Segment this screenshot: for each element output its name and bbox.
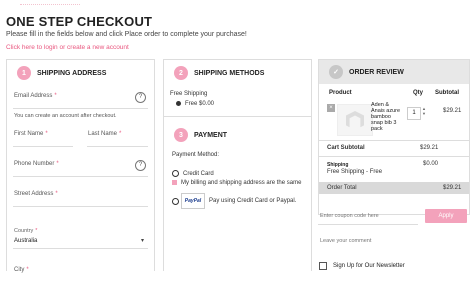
shipping-label: Shipping	[327, 162, 349, 168]
checkmark-icon: ✓	[329, 65, 343, 79]
item-subtotal: $29.21	[443, 108, 462, 114]
step-number: 2	[174, 66, 188, 80]
page-title: ONE STEP CHECKOUT	[6, 14, 153, 29]
order-review-header: ✓ ORDER REVIEW	[329, 65, 404, 79]
street-address-field[interactable]: Street Address *	[13, 188, 148, 207]
shipping-value: $0.00	[423, 161, 439, 167]
divider	[319, 156, 469, 157]
coupon-input[interactable]: Enter coupon code here	[318, 208, 418, 225]
section-title: PAYMENT	[194, 131, 228, 139]
section-title: ORDER REVIEW	[349, 68, 404, 76]
shipping-method-summary: Free Shipping - Free	[327, 169, 383, 175]
divider	[164, 116, 311, 117]
shipping-address-panel: 1 SHIPPING ADDRESS Email Address * ? You …	[6, 59, 155, 273]
shipping-address-header: 1 SHIPPING ADDRESS	[17, 66, 106, 80]
checkbox-checked-icon[interactable]	[172, 180, 177, 185]
step-number: 1	[17, 66, 31, 80]
account-note: You can create an account after checkout…	[14, 113, 117, 119]
paypal-logo: PayPal	[181, 193, 205, 209]
quantity-stepper[interactable]: ▲ ▼	[422, 106, 426, 116]
section-title: SHIPPING METHODS	[194, 69, 265, 77]
order-total-label: Order Total	[327, 185, 357, 191]
step-number: 3	[174, 128, 188, 142]
col-qty-header: Qty	[413, 90, 424, 96]
col-subtotal-header: Subtotal	[435, 90, 459, 96]
radio-icon[interactable]	[172, 170, 179, 177]
order-total-value: $29.21	[443, 185, 462, 191]
city-field[interactable]: City *	[13, 264, 148, 282]
same-address-checkbox[interactable]: My billing and shipping address are the …	[172, 180, 301, 186]
quantity-input[interactable]: 1	[407, 107, 421, 120]
country-select[interactable]: Country * Australia ▾	[13, 226, 148, 249]
page-subtitle: Please fill in the fields below and clic…	[6, 31, 247, 38]
first-name-field[interactable]: First Name *	[13, 128, 73, 147]
remove-item-icon[interactable]: ×	[327, 104, 335, 112]
divider	[319, 140, 469, 141]
top-decoration	[20, 0, 80, 5]
credit-card-option[interactable]: Credit Card	[172, 170, 214, 177]
comment-input[interactable]: Leave your comment	[320, 238, 371, 244]
email-field[interactable]: Email Address * ?	[13, 90, 148, 109]
col-product-header: Product	[329, 90, 352, 96]
payment-header: 3 PAYMENT	[174, 128, 227, 142]
payment-method-label: Payment Method:	[172, 152, 220, 158]
cart-subtotal-value: $29.21	[420, 145, 439, 151]
apply-coupon-button[interactable]: Apply	[425, 209, 467, 223]
newsletter-option[interactable]: Sign Up for Our Newsletter	[319, 262, 405, 270]
country-value: Australia	[14, 238, 38, 244]
shipping-carrier: Free Shipping	[170, 91, 208, 97]
shipping-methods-header: 2 SHIPPING METHODS	[174, 66, 264, 80]
login-link[interactable]: Click here to login or create a new acco…	[6, 44, 129, 51]
product-placeholder-icon	[346, 111, 364, 128]
shipping-option-free[interactable]: Free $0.00	[176, 101, 214, 107]
middle-column: 2 SHIPPING METHODS Free Shipping Free $0…	[163, 59, 312, 271]
section-title: SHIPPING ADDRESS	[37, 69, 107, 77]
chevron-down-icon: ▾	[140, 238, 144, 244]
paypal-description: Pay using Credit Card or Paypal.	[209, 198, 297, 204]
help-icon[interactable]: ?	[135, 92, 146, 103]
last-name-field[interactable]: Last Name *	[87, 128, 148, 147]
email-label: Email Address *	[14, 93, 57, 99]
radio-selected-icon[interactable]	[176, 101, 181, 106]
product-name: Aden & Anais azure bamboo snap bib 3 pac…	[371, 102, 401, 132]
order-review-panel: ✓ ORDER REVIEW Product Qty Subtotal × Ad…	[318, 59, 470, 215]
coupon-placeholder: Enter coupon code here	[320, 213, 379, 219]
cart-subtotal-label: Cart Subtotal	[327, 145, 365, 151]
radio-icon[interactable]	[172, 198, 179, 205]
newsletter-checkbox[interactable]	[319, 262, 327, 270]
phone-field[interactable]: Phone Number * ?	[13, 158, 148, 177]
product-thumbnail	[337, 104, 373, 136]
help-icon[interactable]: ?	[135, 160, 146, 171]
